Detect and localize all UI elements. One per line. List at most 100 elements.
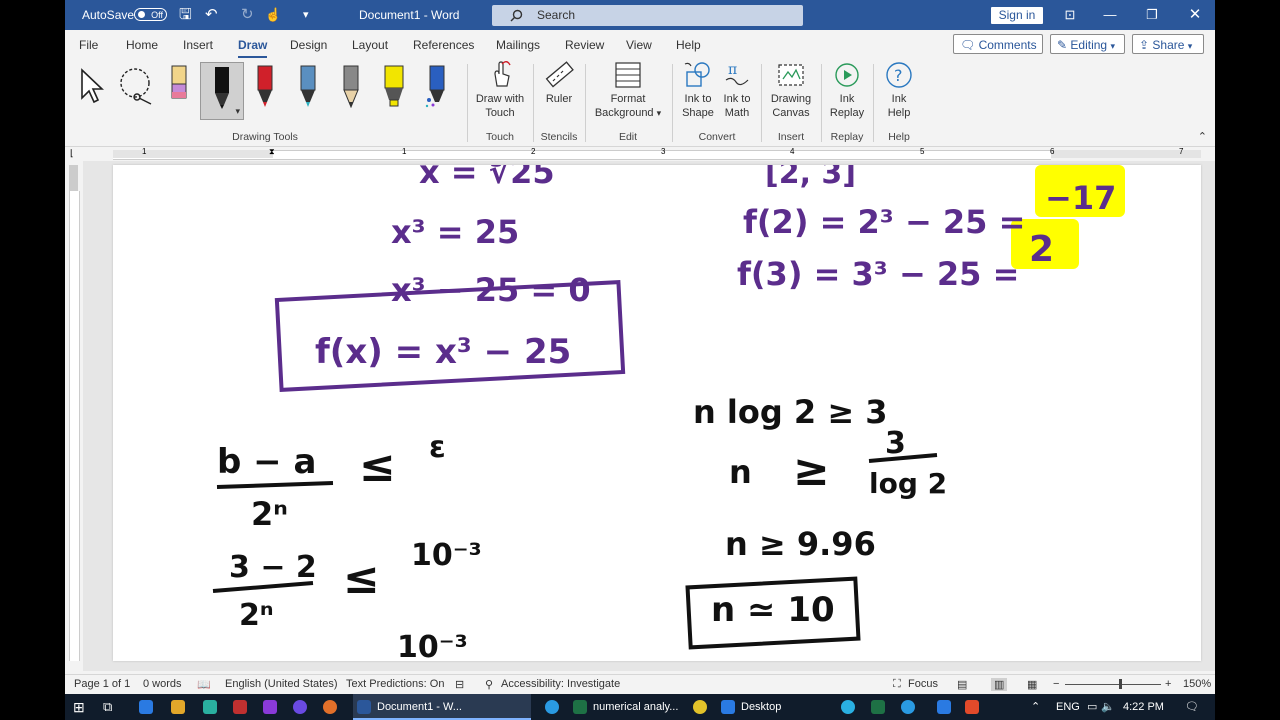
ruler-button[interactable]: Ruler [537, 60, 581, 106]
save-icon[interactable]: 🖫 [179, 0, 192, 30]
tab-help[interactable]: Help [676, 38, 701, 52]
app-icon-red[interactable] [233, 700, 247, 714]
undo-icon[interactable]: ↶ [205, 0, 218, 30]
tab-insert[interactable]: Insert [183, 38, 213, 52]
vertical-ruler[interactable] [65, 161, 83, 671]
indent-marker-icon[interactable]: ⧗ [269, 147, 275, 157]
autosave-toggle[interactable]: Off [134, 8, 167, 21]
minimize-icon[interactable]: — [1090, 0, 1130, 30]
page-count[interactable]: Page 1 of 1 [74, 678, 130, 690]
app-icon-edge[interactable] [545, 700, 559, 714]
app-icon-folder[interactable] [171, 700, 185, 714]
tab-draw[interactable]: Draw [238, 38, 268, 58]
sign-in-button[interactable]: Sign in [991, 7, 1043, 24]
windows-start-icon[interactable]: ⊞ [73, 694, 85, 720]
word-count[interactable]: 0 words [143, 678, 182, 690]
app-icon-cloud[interactable] [841, 700, 855, 714]
clock[interactable]: 4:22 PM [1123, 694, 1164, 720]
redo-icon[interactable]: ↻ [241, 0, 254, 30]
read-mode-icon[interactable]: ▤ [957, 678, 967, 691]
app-icon-explorer[interactable] [139, 700, 153, 714]
group-stencils: Stencils [540, 131, 578, 143]
ink-replay-button[interactable]: Ink Replay [825, 60, 869, 120]
ink-help-button[interactable]: ? Ink Help [877, 60, 921, 120]
notifications-icon[interactable]: 🗨 [1185, 694, 1199, 720]
share-button[interactable]: ⇪ Share ▾ [1132, 34, 1204, 54]
tray-overflow-icon[interactable]: ⌃ [1031, 694, 1040, 720]
format-background-button[interactable]: Format Background ▾ [590, 60, 666, 120]
pen-galaxy-icon[interactable] [424, 64, 450, 108]
focus-mode[interactable]: Focus [908, 678, 938, 690]
language[interactable]: English (United States) [225, 678, 338, 690]
app-icon-vscode[interactable] [937, 700, 951, 714]
ink-b-minus-a: b − a [217, 442, 316, 482]
zoom-out-icon[interactable]: − [1053, 678, 1059, 690]
tab-review[interactable]: Review [565, 38, 604, 52]
restore-icon[interactable]: ❐ [1132, 0, 1172, 30]
ink-to-shape-button[interactable]: Ink to Shape [678, 60, 718, 120]
app-icon-excel2[interactable] [871, 700, 885, 714]
lasso-select-icon[interactable] [117, 66, 157, 106]
highlighter-yellow-icon[interactable] [381, 64, 407, 108]
app-icon-edge2[interactable] [901, 700, 915, 714]
accessibility-status[interactable]: Accessibility: Investigate [501, 678, 620, 690]
horizontal-ruler[interactable]: ⌊ 1 1 2 3 4 5 6 7 ⧗ [65, 147, 1215, 161]
tab-mailings[interactable]: Mailings [496, 38, 540, 52]
pen-pink-icon[interactable] [166, 64, 192, 108]
pen-red-icon[interactable] [252, 64, 278, 108]
web-layout-icon[interactable]: ▦ [1027, 678, 1037, 691]
proofing-icon[interactable]: 📖 [197, 678, 211, 691]
svg-text:?: ? [894, 66, 903, 85]
zoom-slider-thumb[interactable] [1119, 679, 1122, 689]
ribbon-display-icon[interactable]: ⊡ [1050, 0, 1090, 30]
text-predictions[interactable]: Text Predictions: On [346, 678, 444, 690]
zoom-level[interactable]: 150% [1183, 678, 1211, 690]
taskbar-excel[interactable]: numerical analy... [569, 694, 689, 720]
app-icon-vs[interactable] [263, 700, 277, 714]
document-page[interactable]: x = ∛25 x³ = 25 x³ − 25 = 0 f(x) = x³ − … [113, 165, 1201, 661]
chevron-down-icon[interactable]: ▾ [235, 106, 240, 117]
editing-button[interactable]: ✎ Editing ▾ [1050, 34, 1125, 54]
touch-mode-icon[interactable]: ☝ [265, 0, 281, 30]
focus-icon[interactable]: ⛶ [893, 678, 901, 691]
drawing-canvas-button[interactable]: Drawing Canvas [765, 60, 817, 120]
pencil-icon: ✎ [1057, 38, 1068, 52]
print-layout-icon[interactable]: ▥ [991, 678, 1008, 691]
app-icon-store[interactable] [203, 700, 217, 714]
close-icon[interactable]: ✕ [1175, 0, 1215, 30]
track-changes-icon[interactable]: ⊟ [455, 678, 464, 691]
tab-home[interactable]: Home [126, 38, 158, 52]
taskbar-desktop[interactable]: Desktop [717, 694, 797, 720]
tab-references[interactable]: References [413, 38, 474, 52]
task-view-icon[interactable]: ⧉ [103, 694, 112, 720]
collapse-ribbon-icon[interactable]: ⌃ [1198, 130, 1207, 143]
excel-icon [573, 700, 587, 714]
tab-selector-icon[interactable]: ⌊ [70, 148, 74, 159]
tab-file[interactable]: File [79, 38, 98, 52]
tray-lang[interactable]: ENG [1056, 694, 1080, 720]
comments-button[interactable]: 🗨 Comments [953, 34, 1043, 54]
tab-design[interactable]: Design [290, 38, 327, 52]
app-icon-firefox[interactable] [323, 700, 337, 714]
ink-f2-value: −17 [1045, 179, 1116, 217]
accessibility-icon[interactable]: ⚲ [485, 678, 493, 691]
zoom-slider[interactable] [1065, 684, 1161, 685]
zoom-in-icon[interactable]: + [1165, 678, 1171, 690]
search-box[interactable]: Search [492, 5, 803, 26]
tab-layout[interactable]: Layout [352, 38, 388, 52]
draw-with-touch-button[interactable]: Draw with Touch [471, 60, 529, 120]
pencil-gray-icon[interactable] [338, 64, 364, 108]
customize-qat-icon[interactable]: ▾ [303, 0, 309, 30]
group-edit: Edit [618, 131, 638, 143]
pen-black-selected[interactable]: ▾ [200, 62, 244, 120]
volume-icon[interactable]: 🔈 [1101, 694, 1115, 720]
app-icon-powerpoint[interactable] [965, 700, 979, 714]
select-pointer-icon[interactable] [79, 68, 105, 104]
network-icon[interactable]: ▭ [1087, 694, 1097, 720]
tab-view[interactable]: View [626, 38, 652, 52]
taskbar-word[interactable]: Document1 - W... [353, 694, 531, 720]
app-icon-chrome[interactable] [693, 700, 707, 714]
app-icon-purple[interactable] [293, 700, 307, 714]
pen-teal-icon[interactable] [295, 64, 321, 108]
ink-to-math-button[interactable]: π Ink to Math [717, 60, 757, 120]
